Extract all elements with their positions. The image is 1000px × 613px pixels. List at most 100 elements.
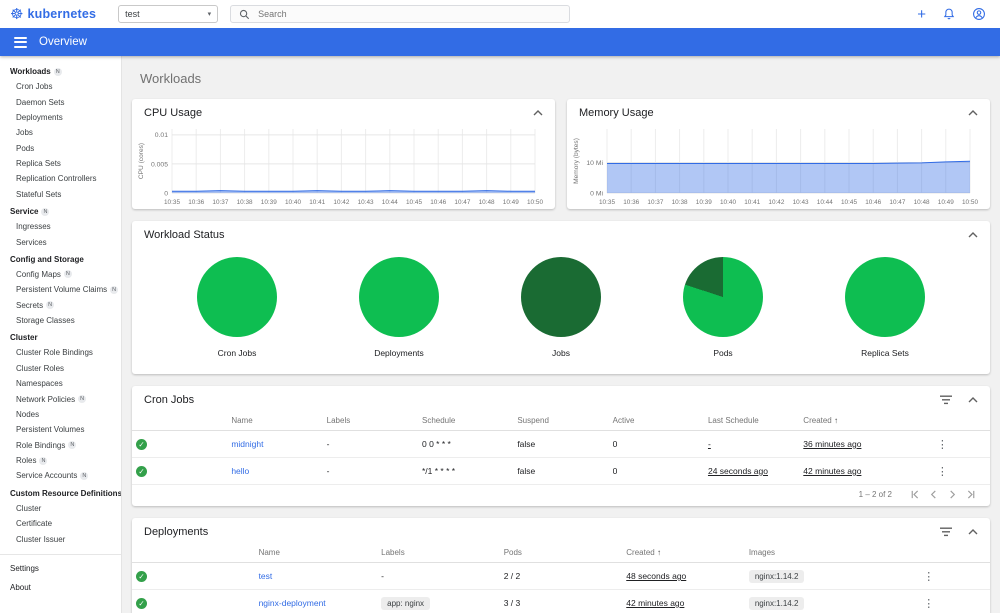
svg-text:10:48: 10:48 bbox=[914, 199, 930, 206]
sidebar-item-role-bindings[interactable]: Role Bindings N bbox=[0, 438, 121, 453]
topbar-actions: + bbox=[917, 7, 990, 22]
sidebar-section-workloads[interactable]: Workloads N bbox=[0, 62, 121, 79]
column-header-suspend[interactable]: Suspend bbox=[513, 410, 609, 431]
notifications-icon[interactable] bbox=[942, 7, 956, 21]
sidebar-item-cron-jobs[interactable]: Cron Jobs bbox=[0, 79, 121, 94]
app-header-title: Overview bbox=[39, 36, 87, 48]
column-header-labels[interactable]: Labels bbox=[377, 542, 500, 563]
collapse-chevron-icon[interactable] bbox=[968, 397, 978, 403]
namespaced-indicator-icon: N bbox=[46, 301, 55, 310]
search-input[interactable] bbox=[256, 8, 562, 20]
sidebar-item-service-accounts[interactable]: Service Accounts N bbox=[0, 468, 121, 483]
sidebar-item-nodes[interactable]: Nodes bbox=[0, 407, 121, 422]
sidebar-item-replica-sets[interactable]: Replica Sets bbox=[0, 156, 121, 171]
sidebar-item-settings[interactable]: Settings bbox=[0, 559, 121, 578]
svg-text:10:50: 10:50 bbox=[962, 199, 978, 206]
svg-text:10:36: 10:36 bbox=[623, 199, 639, 206]
sidebar-item-persistent-volumes[interactable]: Persistent Volumes bbox=[0, 422, 121, 437]
sidebar-item-cluster-roles[interactable]: Cluster Roles bbox=[0, 361, 121, 376]
account-icon[interactable] bbox=[972, 7, 986, 21]
page-title: Workloads bbox=[140, 71, 202, 86]
column-header-active[interactable]: Active bbox=[608, 410, 704, 431]
svg-text:10:44: 10:44 bbox=[817, 199, 833, 206]
sidebar-item-deployments[interactable]: Deployments bbox=[0, 110, 121, 125]
pagination: 1 – 2 of 2 bbox=[132, 485, 990, 506]
resource-link[interactable]: midnight bbox=[231, 439, 263, 449]
namespaced-indicator-icon: N bbox=[39, 456, 48, 465]
svg-text:10:46: 10:46 bbox=[865, 199, 881, 206]
sidebar-item-replication-controllers[interactable]: Replication Controllers bbox=[0, 171, 121, 186]
next-page-icon[interactable] bbox=[948, 490, 957, 499]
brand-home-link[interactable]: ☸ kubernetes bbox=[10, 7, 96, 22]
column-header-labels[interactable]: Labels bbox=[322, 410, 418, 431]
sidebar-item-services[interactable]: Services bbox=[0, 234, 121, 249]
sidebar-item-roles[interactable]: Roles N bbox=[0, 453, 121, 468]
namespaced-indicator-icon: N bbox=[68, 441, 77, 450]
deployments-card-title: Deployments bbox=[144, 526, 209, 538]
cpu-usage-chart: 10:35 10:36 10:37 10:38 10:39 10:40 10:41 10:42… bbox=[136, 123, 547, 207]
namespaced-indicator-icon: N bbox=[41, 207, 50, 216]
sidebar-section-custom-resource-definitions[interactable]: Custom Resource Definitions bbox=[0, 484, 121, 501]
resource-link[interactable]: hello bbox=[231, 466, 249, 476]
svg-text:10:39: 10:39 bbox=[696, 199, 712, 206]
menu-icon[interactable] bbox=[14, 36, 27, 48]
collapse-chevron-icon[interactable] bbox=[533, 110, 543, 116]
sidebar-item-namespaces[interactable]: Namespaces bbox=[0, 376, 121, 391]
column-header-name[interactable]: Name bbox=[254, 542, 378, 563]
prev-page-icon[interactable] bbox=[929, 490, 938, 499]
sidebar-item-certificate[interactable]: Certificate bbox=[0, 516, 121, 531]
svg-text:10:50: 10:50 bbox=[527, 199, 543, 206]
column-header-created[interactable]: Created ↑ bbox=[622, 542, 745, 563]
sidebar: Workloads N Cron Jobs Daemon Sets Deployment… bbox=[0, 56, 122, 613]
sidebar-item-about[interactable]: About bbox=[0, 578, 121, 597]
sidebar-item-config-maps[interactable]: Config Maps N bbox=[0, 267, 121, 282]
sidebar-item-cluster[interactable]: Cluster bbox=[0, 501, 121, 516]
svg-text:10:35: 10:35 bbox=[599, 199, 615, 206]
sidebar-item-pods[interactable]: Pods bbox=[0, 141, 121, 156]
sidebar-item-network-policies[interactable]: Network Policies N bbox=[0, 391, 121, 406]
sidebar-divider bbox=[0, 553, 121, 555]
column-header-schedule[interactable]: Schedule bbox=[417, 410, 514, 431]
brand-text: kubernetes bbox=[27, 7, 97, 21]
workload-status-card: Workload Status Cron Jobs Deployments Jo… bbox=[132, 221, 990, 374]
column-header-name[interactable]: Name bbox=[227, 410, 323, 431]
collapse-chevron-icon[interactable] bbox=[968, 529, 978, 535]
filter-icon[interactable] bbox=[940, 395, 952, 405]
first-page-icon[interactable] bbox=[910, 490, 919, 499]
sidebar-section-service[interactable]: Service N bbox=[0, 202, 121, 219]
svg-text:10:46: 10:46 bbox=[430, 199, 446, 206]
svg-text:Memory (bytes): Memory (bytes) bbox=[573, 138, 580, 184]
row-menu-icon[interactable]: ⋮ bbox=[937, 439, 948, 451]
sidebar-item-stateful-sets[interactable]: Stateful Sets bbox=[0, 187, 121, 202]
pie-label: Jobs bbox=[552, 348, 570, 358]
sidebar-item-persistent-volume-claims[interactable]: Persistent Volume Claims N bbox=[0, 282, 121, 297]
sidebar-item-cluster-issuer[interactable]: Cluster Issuer bbox=[0, 531, 121, 546]
row-menu-icon[interactable]: ⋮ bbox=[937, 466, 948, 478]
column-header-created[interactable]: Created ↑ bbox=[799, 410, 895, 431]
resource-link[interactable]: nginx-deployment bbox=[259, 598, 326, 608]
sidebar-section-cluster[interactable]: Cluster bbox=[0, 328, 121, 345]
sidebar-item-storage-classes[interactable]: Storage Classes bbox=[0, 313, 121, 328]
sidebar-item-ingresses[interactable]: Ingresses bbox=[0, 219, 121, 234]
last-page-icon[interactable] bbox=[967, 490, 976, 499]
deployments-table: Name Labels Pods Created ↑ Images ✓ test -2 /… bbox=[132, 542, 990, 613]
column-header-pods[interactable]: Pods bbox=[499, 542, 623, 563]
column-header-last-schedule[interactable]: Last Schedule bbox=[703, 410, 800, 431]
sidebar-item-cluster-role-bindings[interactable]: Cluster Role Bindings bbox=[0, 345, 121, 360]
sidebar-item-daemon-sets[interactable]: Daemon Sets bbox=[0, 94, 121, 109]
create-resource-button[interactable]: + bbox=[917, 7, 926, 22]
svg-text:10:47: 10:47 bbox=[889, 199, 905, 206]
row-menu-icon[interactable]: ⋮ bbox=[923, 571, 934, 583]
workload-status-pies: Cron Jobs Deployments Jobs Pods Replica … bbox=[132, 245, 990, 374]
collapse-chevron-icon[interactable] bbox=[968, 110, 978, 116]
resource-link[interactable]: test bbox=[259, 571, 273, 581]
column-header-images[interactable]: Images bbox=[744, 542, 868, 563]
sidebar-section-config-and-storage[interactable]: Config and Storage bbox=[0, 250, 121, 267]
row-menu-icon[interactable]: ⋮ bbox=[923, 598, 934, 610]
filter-icon[interactable] bbox=[940, 527, 952, 537]
sidebar-item-secrets[interactable]: Secrets N bbox=[0, 298, 121, 313]
pie-label: Replica Sets bbox=[861, 348, 909, 358]
collapse-chevron-icon[interactable] bbox=[968, 232, 978, 238]
namespace-select[interactable]: test ▾ bbox=[118, 5, 219, 23]
sidebar-item-jobs[interactable]: Jobs bbox=[0, 125, 121, 140]
